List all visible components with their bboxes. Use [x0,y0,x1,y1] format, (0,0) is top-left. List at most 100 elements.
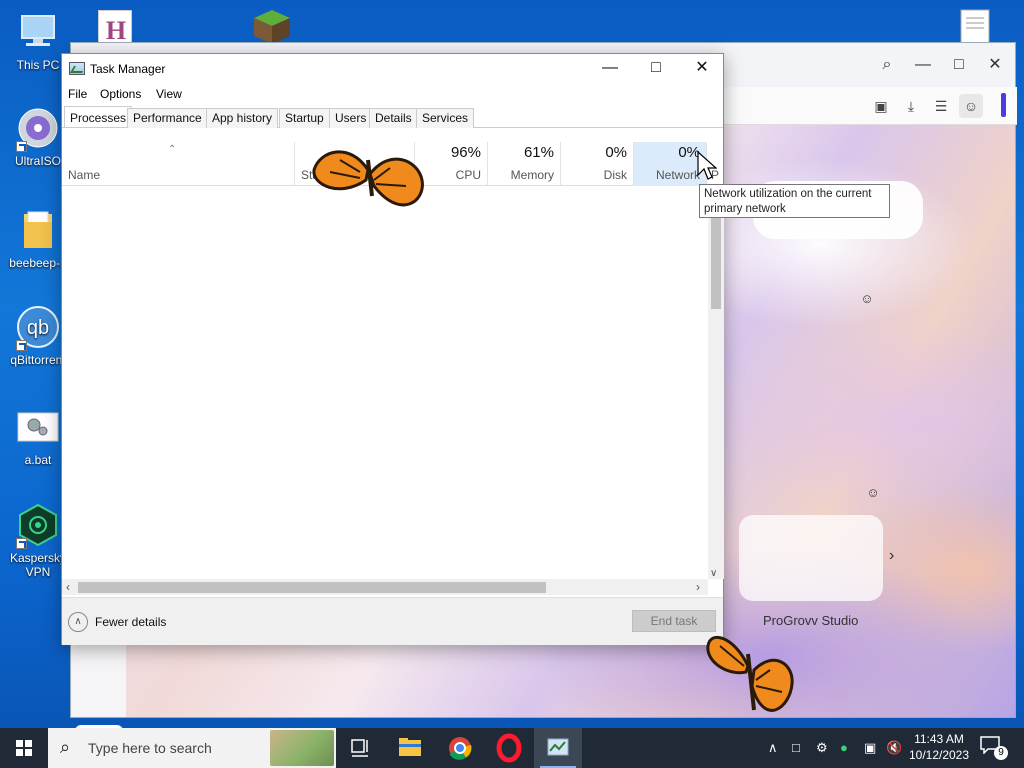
smiley-icon[interactable]: ☺ [859,291,875,307]
desktop-icon-document[interactable] [958,8,992,45]
close-button[interactable]: ✕ [985,55,1005,75]
tab-processes[interactable]: Processes [64,106,133,127]
search-placeholder: Type here to search [88,740,212,756]
chevron-down-icon[interactable]: ∨ [710,568,717,579]
chrome-icon [449,737,472,760]
tab-users[interactable]: Users [329,108,373,128]
volume-muted-icon[interactable]: 🔇 [886,740,902,756]
tray-app-icon[interactable]: □ [792,740,800,755]
folder-icon [16,208,60,252]
svg-text:H: H [106,16,126,45]
column-label: Network [655,168,700,182]
column-label: Name [68,168,101,182]
vertical-scrollbar[interactable]: ∨ [708,187,724,579]
menu-view[interactable]: View [156,87,182,101]
windows-logo-icon [16,740,32,756]
computer-icon [16,10,60,54]
start-button[interactable] [0,728,48,768]
chevron-left-icon[interactable]: ‹ [66,580,70,594]
network-tooltip: Network utilization on the current prima… [699,184,890,218]
column-name[interactable]: Name [62,142,295,186]
camera-icon[interactable]: ▣ [871,96,891,116]
kaspersky-vpn-icon [16,503,60,549]
menu-options[interactable]: Options [100,87,141,101]
task-manager-footer: ∧ Fewer details End task [62,597,723,645]
desktop-icon-h-app[interactable]: H [98,10,132,46]
column-memory[interactable]: 61% Memory [488,142,561,186]
desktop-icon-minecraft[interactable] [252,8,292,44]
studio-card[interactable] [739,515,883,601]
maximize-button[interactable]: □ [949,55,969,75]
chrome-button[interactable] [436,728,484,768]
qbittorrent-icon: qb [16,305,60,351]
taskbar-search[interactable]: ⌕ Type here to search [48,728,336,768]
menu-file[interactable]: File [68,87,87,101]
task-manager-icon [547,738,569,756]
memory-percent: 61% [523,144,554,161]
background-app-toolbar: ▣ ⤓ ☰ ☺ [723,87,1017,125]
shortcut-arrow-icon [16,141,27,152]
document-icon [960,9,990,45]
end-task-button[interactable]: End task [632,610,716,632]
butterfly-icon [312,150,424,207]
search-highlight-image [270,730,334,766]
accent-bar [1001,93,1006,117]
column-label: CPU [455,168,481,182]
opera-icon [496,733,522,763]
disc-icon [16,106,60,152]
sliders-icon[interactable]: ☰ [931,96,951,116]
task-view-button[interactable] [336,728,384,768]
search-icon: ⌕ [60,737,71,757]
taskbar: ⌕ Type here to search ∧ □ ⚙ ● ▣ 🔇 11:43 … [0,728,1024,768]
kaspersky-tray-icon[interactable]: ● [840,740,848,755]
scrollbar-thumb[interactable] [711,217,721,309]
minimize-button[interactable]: — [587,54,633,84]
chevron-right-icon[interactable]: › [696,580,700,594]
close-button[interactable]: ✕ [679,54,725,84]
column-label: Memory [510,168,554,182]
fewer-details-link[interactable]: Fewer details [95,615,166,629]
task-manager-titlebar[interactable]: Task Manager — □ ✕ [62,54,723,84]
tray-settings-icon[interactable]: ⚙ [816,740,828,756]
chevron-right-icon[interactable]: › [889,547,894,565]
column-label: Disk [603,168,627,182]
disk-percent: 0% [605,144,627,161]
task-view-icon [351,739,368,757]
studio-label: ProGrovv Studio [763,613,859,628]
tab-startup[interactable]: Startup [279,108,330,128]
column-disk[interactable]: 0% Disk [561,142,634,186]
smiley-icon[interactable]: ☺ [865,485,881,501]
clock-date: 10/12/2023 [908,748,970,762]
download-icon[interactable]: ⤓ [901,96,921,116]
maximize-button[interactable]: □ [633,54,679,84]
clock-time: 11:43 AM [914,732,964,746]
tab-app-history[interactable]: App history [206,108,279,128]
network-icon[interactable]: ▣ [864,740,876,756]
cpu-percent: 96% [450,144,481,161]
horizontal-scrollbar[interactable]: ‹ › [62,579,708,595]
notification-center-button[interactable]: 9 [980,736,1008,762]
shortcut-arrow-icon [16,340,27,351]
tab-details[interactable]: Details [369,108,418,128]
opera-button[interactable] [485,728,533,768]
profile-icon[interactable]: ☺ [959,94,983,118]
task-manager-taskbar-button[interactable] [534,728,582,768]
minimize-button[interactable]: — [913,55,933,75]
shortcut-arrow-icon [16,538,27,549]
tab-performance[interactable]: Performance [127,108,208,128]
scrollbar-thumb[interactable] [78,582,546,593]
svg-text:qb: qb [27,317,49,339]
butterfly-icon [706,635,794,712]
batch-file-icon [16,405,60,449]
file-explorer-button[interactable] [386,728,434,768]
grass-block-icon [254,10,290,44]
mouse-cursor-icon [697,151,717,180]
window-title: Task Manager [90,62,166,76]
chevron-up-icon[interactable]: ∧ [68,612,88,632]
taskbar-clock[interactable]: 11:43 AM 10/12/2023 [908,731,970,763]
search-icon[interactable]: ⌕ [877,55,897,75]
tab-services[interactable]: Services [416,108,475,128]
tab-bar: Processes Performance App history Startu… [62,106,723,128]
chevron-up-icon[interactable]: ∧ [768,740,778,756]
menu-bar: File Options View [62,84,723,104]
